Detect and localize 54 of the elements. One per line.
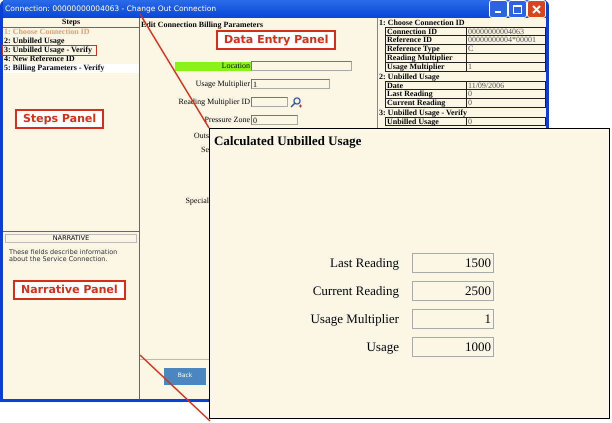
summary-label: Connection ID	[386, 28, 467, 35]
input-field[interactable]	[251, 97, 288, 108]
callout-title: Calculated Unbilled Usage	[214, 134, 362, 148]
close-icon	[532, 4, 541, 14]
summary-label: Reference Type	[386, 45, 467, 53]
summary-label: Unbilled Usage	[386, 118, 467, 125]
minimize-button[interactable]	[489, 0, 508, 18]
input-field: 1500	[412, 253, 494, 274]
section-title: 1: Choose Connection ID	[379, 18, 466, 27]
close-button[interactable]	[527, 0, 546, 18]
summary-label: Current Reading	[386, 99, 467, 107]
summary-label: Reading Multiplier	[386, 54, 467, 62]
section-title: 2: Unbilled Usage	[379, 72, 440, 81]
summary-value: 0	[467, 118, 473, 125]
section-title: 3: Unbilled Usage - Verify	[379, 108, 468, 117]
input-field: 1	[412, 309, 494, 330]
input-field: 1000	[412, 337, 494, 358]
annotation-label: Narrative Panel	[13, 280, 126, 300]
field-label: Se	[200, 146, 209, 154]
maximize-icon	[513, 4, 522, 14]
leader-line	[139, 354, 211, 422]
step-item[interactable]: 3: Unbilled Usage - Verify	[3, 46, 96, 55]
input-field[interactable]: 0	[251, 115, 298, 126]
field-label: Pressure Zone	[203, 116, 251, 125]
summary-label: Last Reading	[386, 90, 467, 98]
panel-header: Steps	[3, 18, 139, 28]
field-label: Usage Multiplier	[194, 80, 251, 89]
annotation-label: Data Entry Panel	[216, 30, 336, 50]
field-label: Usage Multiplier	[310, 312, 399, 326]
search-icon[interactable]	[290, 96, 302, 108]
summary-value: 0	[467, 90, 473, 98]
summary-value: 00000000004063	[467, 28, 525, 35]
input-field[interactable]: 1	[251, 79, 330, 90]
summary-value: C	[467, 45, 474, 53]
step-item[interactable]: 2: Unbilled Usage	[3, 36, 139, 46]
step-item[interactable]: 5: Billing Parameters - Verify	[3, 64, 139, 73]
field-label: Outs	[192, 132, 209, 141]
maximize-button[interactable]	[508, 0, 527, 18]
summary-label: Reference ID	[386, 36, 467, 44]
field-label: Last Reading	[329, 256, 399, 270]
annotation-label: Steps Panel	[15, 109, 104, 130]
summary-value: 0	[467, 99, 473, 107]
field-label: Current Reading	[312, 284, 399, 298]
summary-label: Usage Multiplier	[386, 63, 467, 71]
field-label: Special	[184, 197, 209, 206]
input-field[interactable]	[251, 61, 352, 72]
step-item[interactable]: 4: New Reference ID	[3, 54, 139, 64]
field-label: Location	[175, 62, 251, 71]
input-field: 2500	[412, 281, 494, 302]
summary-label: Date	[386, 82, 467, 89]
summary-value: 00000000004*00001	[467, 36, 537, 44]
summary-value: 1	[467, 63, 473, 71]
summary-value: 11/09/2006	[467, 82, 506, 89]
field-label: Usage	[366, 340, 399, 354]
